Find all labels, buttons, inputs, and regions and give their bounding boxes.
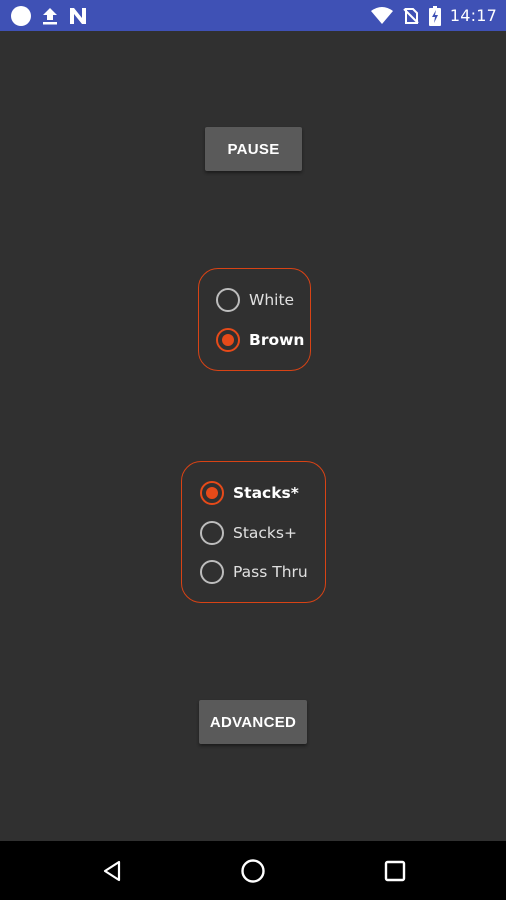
mode-radio-group: Stacks* Stacks+ Pass Thru bbox=[181, 461, 326, 603]
no-sim-icon bbox=[402, 7, 420, 25]
status-bar: 14:17 bbox=[0, 0, 506, 31]
home-icon bbox=[241, 858, 265, 883]
status-right: 14:17 bbox=[370, 4, 497, 27]
radio-checked-icon[interactable] bbox=[200, 481, 224, 505]
radio-label-brown: Brown bbox=[249, 331, 305, 349]
back-button[interactable] bbox=[72, 841, 152, 900]
n-notification-icon bbox=[68, 6, 88, 26]
radio-label-pass-thru: Pass Thru bbox=[233, 563, 308, 581]
status-left bbox=[10, 4, 88, 27]
upload-icon bbox=[41, 6, 59, 26]
recents-icon bbox=[384, 860, 406, 881]
circle-notification-icon bbox=[10, 5, 32, 27]
radio-unchecked-icon[interactable] bbox=[216, 288, 240, 312]
radio-label-stacks-plus: Stacks+ bbox=[233, 524, 297, 542]
color-radio-group: White Brown bbox=[198, 268, 311, 371]
radio-option-pass-thru[interactable]: Pass Thru bbox=[200, 557, 308, 587]
radio-option-stacks-plus[interactable]: Stacks+ bbox=[200, 518, 297, 548]
radio-option-brown[interactable]: Brown bbox=[216, 325, 304, 355]
back-icon bbox=[103, 860, 121, 881]
home-button[interactable] bbox=[213, 841, 293, 900]
radio-unchecked-icon[interactable] bbox=[200, 560, 224, 584]
pause-button[interactable]: PAUSE bbox=[205, 127, 302, 171]
battery-charging-icon bbox=[428, 5, 441, 26]
radio-dot bbox=[206, 487, 218, 499]
main-content: PAUSE White Brown Stacks* Stacks+ Pass T… bbox=[0, 31, 506, 841]
navigation-bar bbox=[0, 841, 506, 900]
wifi-icon bbox=[370, 6, 393, 25]
radio-checked-icon[interactable] bbox=[216, 328, 240, 352]
radio-label-white: White bbox=[249, 291, 295, 309]
recents-button[interactable] bbox=[355, 841, 435, 900]
radio-unchecked-icon[interactable] bbox=[200, 521, 224, 545]
advanced-button[interactable]: ADVANCED bbox=[199, 700, 307, 744]
radio-option-white[interactable]: White bbox=[216, 285, 294, 315]
status-clock: 14:17 bbox=[449, 6, 497, 25]
radio-dot bbox=[222, 334, 234, 346]
radio-label-stacks-star: Stacks* bbox=[233, 484, 299, 502]
radio-option-stacks-star[interactable]: Stacks* bbox=[200, 478, 299, 508]
